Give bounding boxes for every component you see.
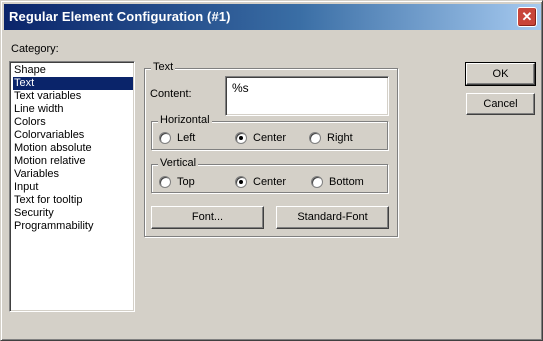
radio-dot — [311, 176, 323, 188]
horizontal-legend: Horizontal — [158, 114, 212, 126]
category-item-colors[interactable]: Colors — [13, 116, 133, 129]
category-item-colorvariables[interactable]: Colorvariables — [13, 129, 133, 142]
category-item-text-variables[interactable]: Text variables — [13, 90, 133, 103]
category-item-motion-relative[interactable]: Motion relative — [13, 155, 133, 168]
radio-dot — [159, 132, 171, 144]
close-button[interactable]: ✕ — [517, 7, 537, 27]
close-icon: ✕ — [521, 9, 533, 24]
category-item-security[interactable]: Security — [13, 207, 133, 220]
vertical-bottom-label: Bottom — [329, 176, 364, 188]
horizontal-center-label: Center — [253, 132, 287, 144]
category-item-programmability[interactable]: Programmability — [13, 220, 133, 233]
vertical-center-radio[interactable]: Center — [235, 176, 286, 188]
vertical-legend: Vertical — [158, 157, 199, 169]
content-field[interactable]: %s — [225, 76, 389, 116]
horizontal-left-label: Left — [177, 132, 196, 144]
text-group-legend: Text — [151, 61, 176, 73]
category-item-text-for-tooltip[interactable]: Text for tooltip — [13, 194, 133, 207]
category-item-motion-absolute[interactable]: Motion absolute — [13, 142, 133, 155]
window-title: Regular Element Configuration (#1) — [9, 9, 231, 24]
category-label: Category: — [11, 43, 59, 55]
category-item-shape[interactable]: Shape — [13, 64, 133, 77]
content-label: Content: — [150, 88, 192, 100]
radio-dot — [159, 176, 171, 188]
vertical-top-radio[interactable]: Top — [159, 176, 195, 188]
vertical-bottom-radio[interactable]: Bottom — [311, 176, 364, 188]
horizontal-left-radio[interactable]: Left — [159, 132, 195, 144]
cancel-button[interactable]: Cancel — [466, 93, 535, 115]
category-item-variables[interactable]: Variables — [13, 168, 133, 181]
category-item-line-width[interactable]: Line width — [13, 103, 133, 116]
category-item-input[interactable]: Input — [13, 181, 133, 194]
radio-dot-selected — [235, 176, 247, 188]
horizontal-center-radio[interactable]: Center — [235, 132, 286, 144]
radio-dot-selected — [235, 132, 247, 144]
ok-button[interactable]: OK — [465, 62, 536, 86]
horizontal-right-label: Right — [327, 132, 353, 144]
vertical-center-label: Center — [253, 176, 287, 188]
category-item-text[interactable]: Text — [13, 77, 133, 90]
standard-font-button[interactable]: Standard-Font — [276, 206, 389, 229]
radio-dot — [309, 132, 321, 144]
horizontal-right-radio[interactable]: Right — [309, 132, 353, 144]
vertical-top-label: Top — [177, 176, 195, 188]
category-listbox[interactable]: Shape Text Text variables Line width Col… — [9, 61, 135, 312]
dialog-window: Regular Element Configuration (#1) ✕ Cat… — [0, 0, 543, 341]
font-button[interactable]: Font... — [151, 206, 264, 229]
title-bar[interactable]: Regular Element Configuration (#1) ✕ — [4, 4, 541, 30]
